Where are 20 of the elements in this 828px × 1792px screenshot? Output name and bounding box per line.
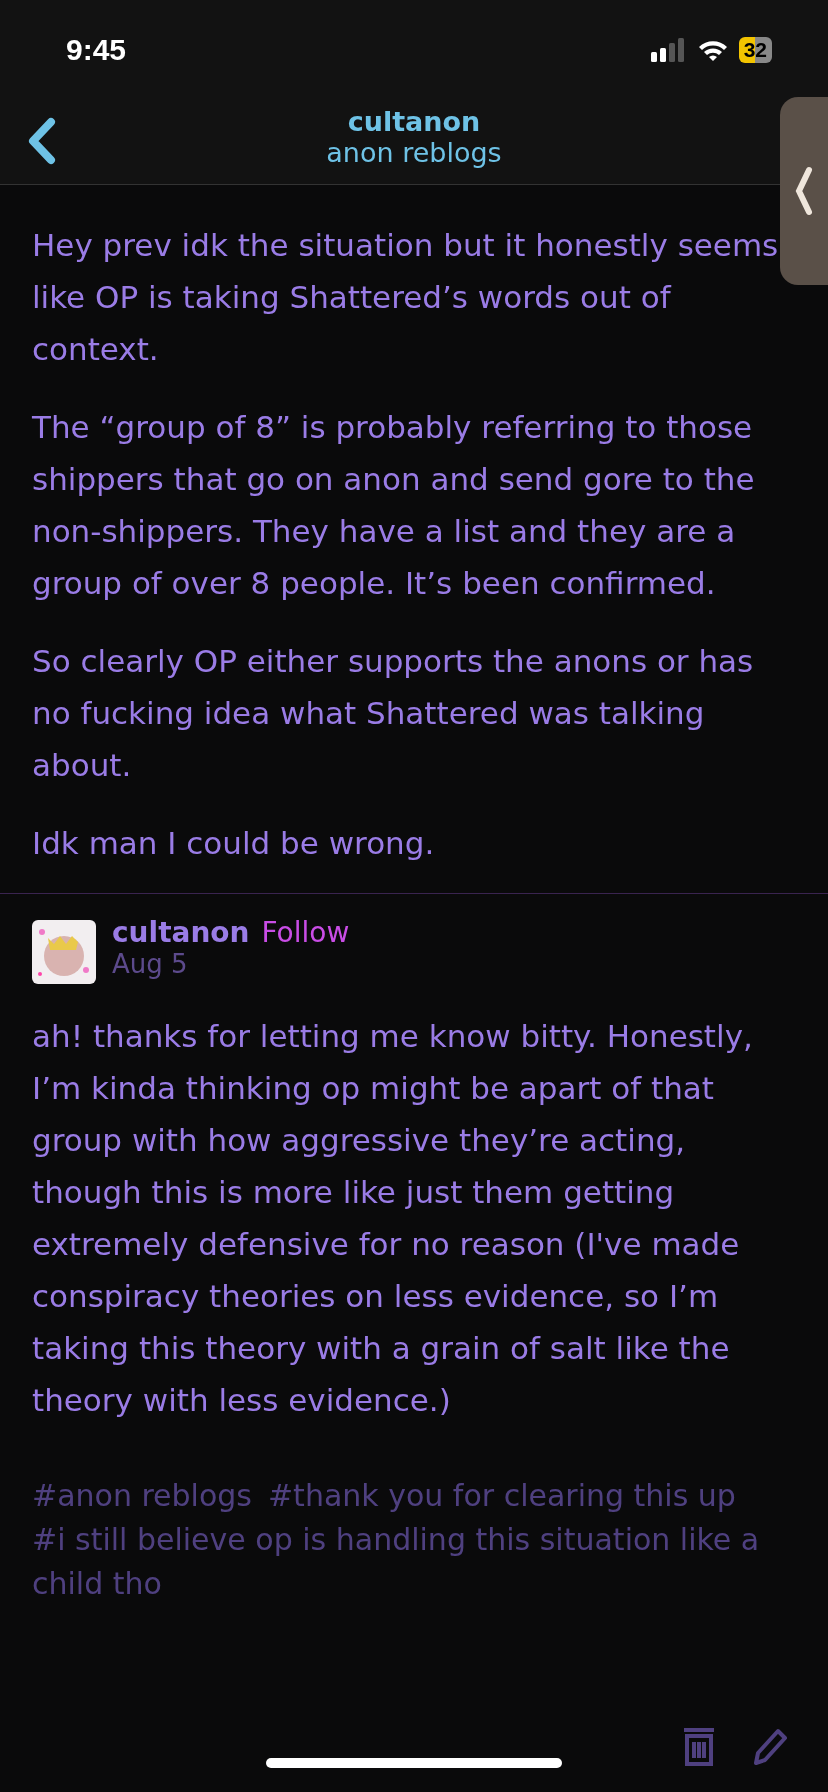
avatar[interactable]	[32, 920, 96, 984]
post-tag[interactable]: #anon reblogs	[32, 1474, 252, 1518]
post-paragraph: So clearly OP either supports the anons or has no fucking idea what Shattered was talking about.	[32, 642, 755, 785]
side-panel-handle[interactable]	[780, 97, 828, 285]
blog-title: cultanon	[347, 106, 481, 137]
post-tag[interactable]: #i still believe op is handling this situation like a child tho	[32, 1518, 796, 1606]
post-paragraph: The “group of 8” is probably referring to those shippers that go on anon and send gore to the non-shippers. They have a list and they are a group of over 8 people. It’s been confirmed.	[32, 408, 756, 603]
post-tag[interactable]: #thank you for clearing this up	[268, 1474, 736, 1518]
post-paragraph: ah! thanks for letting me know bitty. Honestly, I’m kinda thinking op might be apart of that group with how aggressive they’re acting, though this is more like just them getting extremely defensive for no reason (I've made conspiracy theories on less evidence, so I’m taking this theory with a grain of salt like the theory with less evidence.)	[32, 1017, 754, 1420]
signal-icon	[650, 38, 687, 62]
post-date: Aug 5	[112, 949, 189, 979]
follow-link[interactable]: Follow	[261, 916, 350, 949]
blog-subtitle: anon reblogs	[326, 137, 502, 168]
post-paragraph: Idk man I could be wrong.	[32, 824, 436, 863]
battery-indicator: 32	[738, 37, 772, 63]
post-paragraph: Hey prev idk the situation but it honestly seems like OP is taking Shattered’s words out of context.	[32, 226, 780, 369]
delete-icon[interactable]	[682, 1727, 716, 1767]
username[interactable]: cultanon	[112, 916, 250, 949]
status-time: 9:45	[66, 33, 127, 67]
edit-icon[interactable]	[752, 1727, 788, 1767]
